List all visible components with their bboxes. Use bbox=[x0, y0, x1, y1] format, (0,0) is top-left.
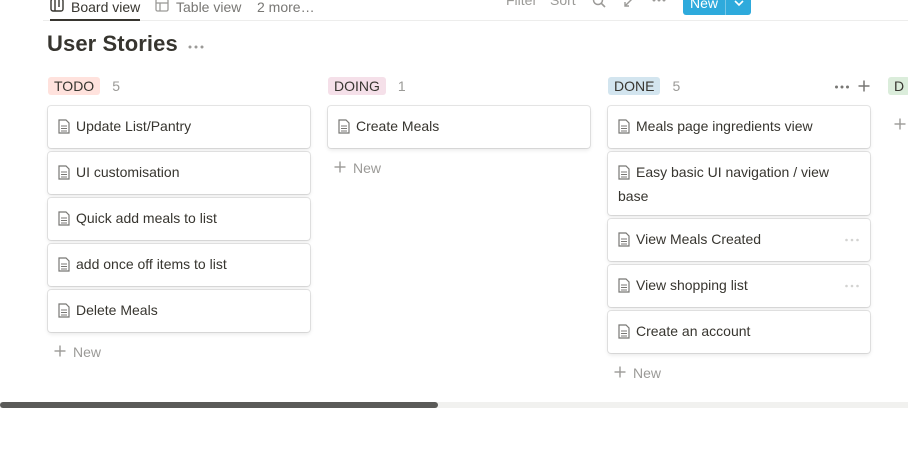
page-icon bbox=[58, 303, 70, 324]
board-card[interactable]: View shopping list bbox=[608, 265, 870, 307]
board-icon bbox=[50, 0, 71, 15]
status-tag[interactable]: D bbox=[888, 77, 908, 95]
page-icon bbox=[618, 165, 630, 186]
status-tag[interactable]: DONE bbox=[608, 77, 661, 95]
page-icon bbox=[58, 257, 70, 278]
card-count: 5 bbox=[672, 78, 681, 94]
search-icon[interactable] bbox=[592, 0, 606, 10]
card-title: Delete Meals bbox=[76, 302, 158, 318]
card-title: View shopping list bbox=[636, 277, 748, 293]
card-title: add once off items to list bbox=[76, 256, 227, 272]
page-icon bbox=[618, 232, 630, 253]
status-tag[interactable]: DOING bbox=[328, 77, 386, 95]
page-icon bbox=[58, 119, 70, 140]
add-new-card-button[interactable]: New bbox=[54, 342, 310, 362]
board-card[interactable]: Create an account bbox=[608, 311, 870, 353]
card-count: 5 bbox=[112, 78, 120, 94]
view-bar: Board view Table view 2 more… Filter Sor… bbox=[43, 0, 908, 21]
board-card[interactable]: Delete Meals bbox=[48, 290, 310, 332]
new-button-label: New bbox=[689, 0, 718, 11]
tab-board-view[interactable]: Board view bbox=[50, 0, 141, 21]
page-icon bbox=[618, 119, 630, 140]
new-button[interactable]: New bbox=[683, 0, 751, 15]
page-title[interactable]: User Stories bbox=[47, 31, 178, 57]
card-title: Easy basic UI navigation / view base bbox=[618, 164, 829, 204]
column-header: TODO 5 bbox=[48, 76, 310, 96]
board-card[interactable]: add once off items to list bbox=[48, 244, 310, 286]
card-title: View Meals Created bbox=[636, 231, 762, 247]
card-count: 1 bbox=[397, 78, 406, 94]
tab-label: Board view bbox=[71, 0, 141, 15]
card-title: UI customisation bbox=[76, 164, 180, 180]
tab-table-view[interactable]: Table view bbox=[155, 0, 241, 21]
board-card[interactable]: Easy basic UI navigation / view base bbox=[608, 152, 870, 215]
add-new-card-button[interactable]: New bbox=[614, 363, 870, 383]
card-title: Meals page ingredients view bbox=[636, 118, 813, 134]
card-title: Update List/Pantry bbox=[76, 118, 192, 134]
board-card[interactable]: Quick add meals to list bbox=[48, 198, 310, 240]
tab-label: Table view bbox=[176, 0, 242, 15]
horizontal-scrollbar-thumb[interactable] bbox=[0, 402, 438, 408]
card-options-icon[interactable] bbox=[844, 231, 860, 249]
title-options-icon[interactable] bbox=[187, 39, 205, 57]
plus-icon bbox=[54, 344, 73, 360]
plus-icon bbox=[334, 160, 353, 176]
column-header: DONE 5 bbox=[608, 76, 870, 96]
page-icon bbox=[58, 165, 70, 186]
column-add-icon[interactable] bbox=[858, 79, 870, 97]
add-new-card-button[interactable]: New bbox=[334, 158, 590, 178]
add-new-label: New bbox=[353, 160, 382, 176]
table-icon bbox=[155, 0, 176, 15]
board-column-done: DONE 5 Meals page ingredients view Easy … bbox=[608, 76, 870, 383]
chevron-down-icon[interactable] bbox=[726, 0, 751, 7]
page-icon bbox=[618, 324, 630, 345]
board-card[interactable]: View Meals Created bbox=[608, 219, 870, 261]
card-title: Quick add meals to list bbox=[76, 210, 217, 226]
active-tab-underline bbox=[50, 19, 141, 21]
column-header: D bbox=[888, 76, 908, 96]
tab-label: 2 more… bbox=[257, 0, 315, 15]
more-options-icon[interactable] bbox=[651, 0, 667, 9]
card-title: Create an account bbox=[636, 323, 751, 339]
tab-more-views[interactable]: 2 more… bbox=[257, 0, 315, 21]
add-new-label: New bbox=[73, 344, 102, 360]
board-column-partial: D bbox=[888, 76, 908, 135]
board-column-todo: TODO 5 Update List/Pantry UI customisati… bbox=[48, 76, 310, 362]
add-new-label: New bbox=[633, 365, 662, 381]
filter-button[interactable]: Filter bbox=[506, 0, 537, 8]
board-card[interactable]: UI customisation bbox=[48, 152, 310, 194]
plus-icon bbox=[614, 365, 633, 381]
page-icon bbox=[58, 211, 70, 232]
board-column-doing: DOING 1 Create Meals New bbox=[328, 76, 590, 178]
column-options-icon[interactable] bbox=[834, 79, 850, 97]
page-icon bbox=[338, 119, 350, 140]
status-tag[interactable]: TODO bbox=[48, 77, 101, 95]
plus-icon[interactable] bbox=[894, 117, 908, 135]
board-card[interactable]: Meals page ingredients view bbox=[608, 106, 870, 148]
column-header: DOING 1 bbox=[328, 76, 590, 96]
board-card[interactable]: Update List/Pantry bbox=[48, 106, 310, 148]
card-options-icon[interactable] bbox=[844, 277, 860, 295]
sort-button[interactable]: Sort bbox=[550, 0, 576, 8]
card-title: Create Meals bbox=[356, 118, 440, 134]
page-icon bbox=[618, 278, 630, 299]
expand-icon[interactable] bbox=[623, 0, 637, 10]
board-card[interactable]: Create Meals bbox=[328, 106, 590, 148]
